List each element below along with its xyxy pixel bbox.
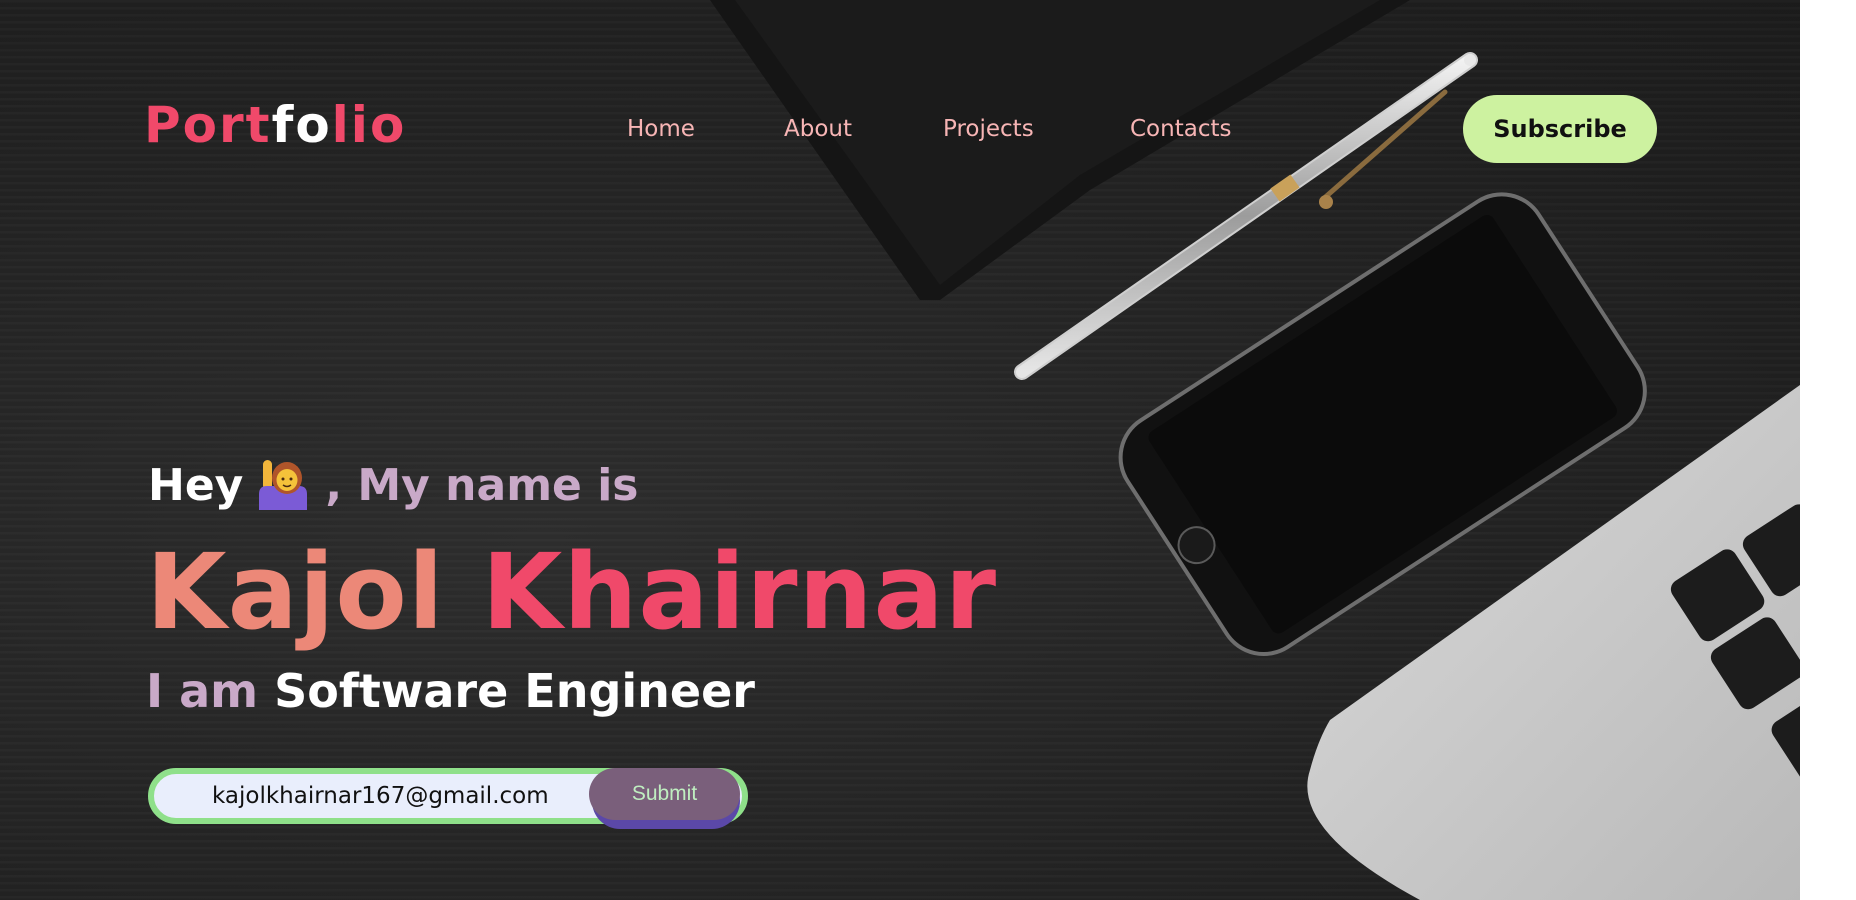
role-line: I am Software Engineer <box>146 668 755 714</box>
subscribe-button[interactable]: Subscribe <box>1463 95 1657 163</box>
nav-link-contacts[interactable]: Contacts <box>1130 118 1231 141</box>
role-title: Software Engineer <box>274 664 755 718</box>
logo-part-3: lio <box>331 96 407 154</box>
email-form: Submit <box>148 768 748 829</box>
person-raising-hand-emoji-icon <box>255 458 311 518</box>
logo-part-1: Port <box>144 96 272 154</box>
greeting-line: Hey , My name is <box>148 458 638 518</box>
first-name: Kajol <box>146 531 445 653</box>
hero-name: Kajol Khairnar <box>146 540 997 644</box>
role-prefix: I am <box>146 664 259 718</box>
logo[interactable]: Portfolio <box>144 100 406 150</box>
last-name: Khairnar <box>481 531 997 653</box>
greeting-hey: Hey <box>148 460 244 511</box>
hero-section: Portfolio Home About Projects Contacts S… <box>0 0 1800 900</box>
nav-link-about[interactable]: About <box>784 118 852 141</box>
notebook-shape <box>710 0 1410 300</box>
nav-link-home[interactable]: Home <box>627 118 695 141</box>
greeting-rest: , My name is <box>325 460 639 511</box>
logo-part-2: fo <box>271 96 332 154</box>
nav-link-projects[interactable]: Projects <box>943 118 1034 141</box>
submit-button[interactable]: Submit <box>589 768 740 820</box>
